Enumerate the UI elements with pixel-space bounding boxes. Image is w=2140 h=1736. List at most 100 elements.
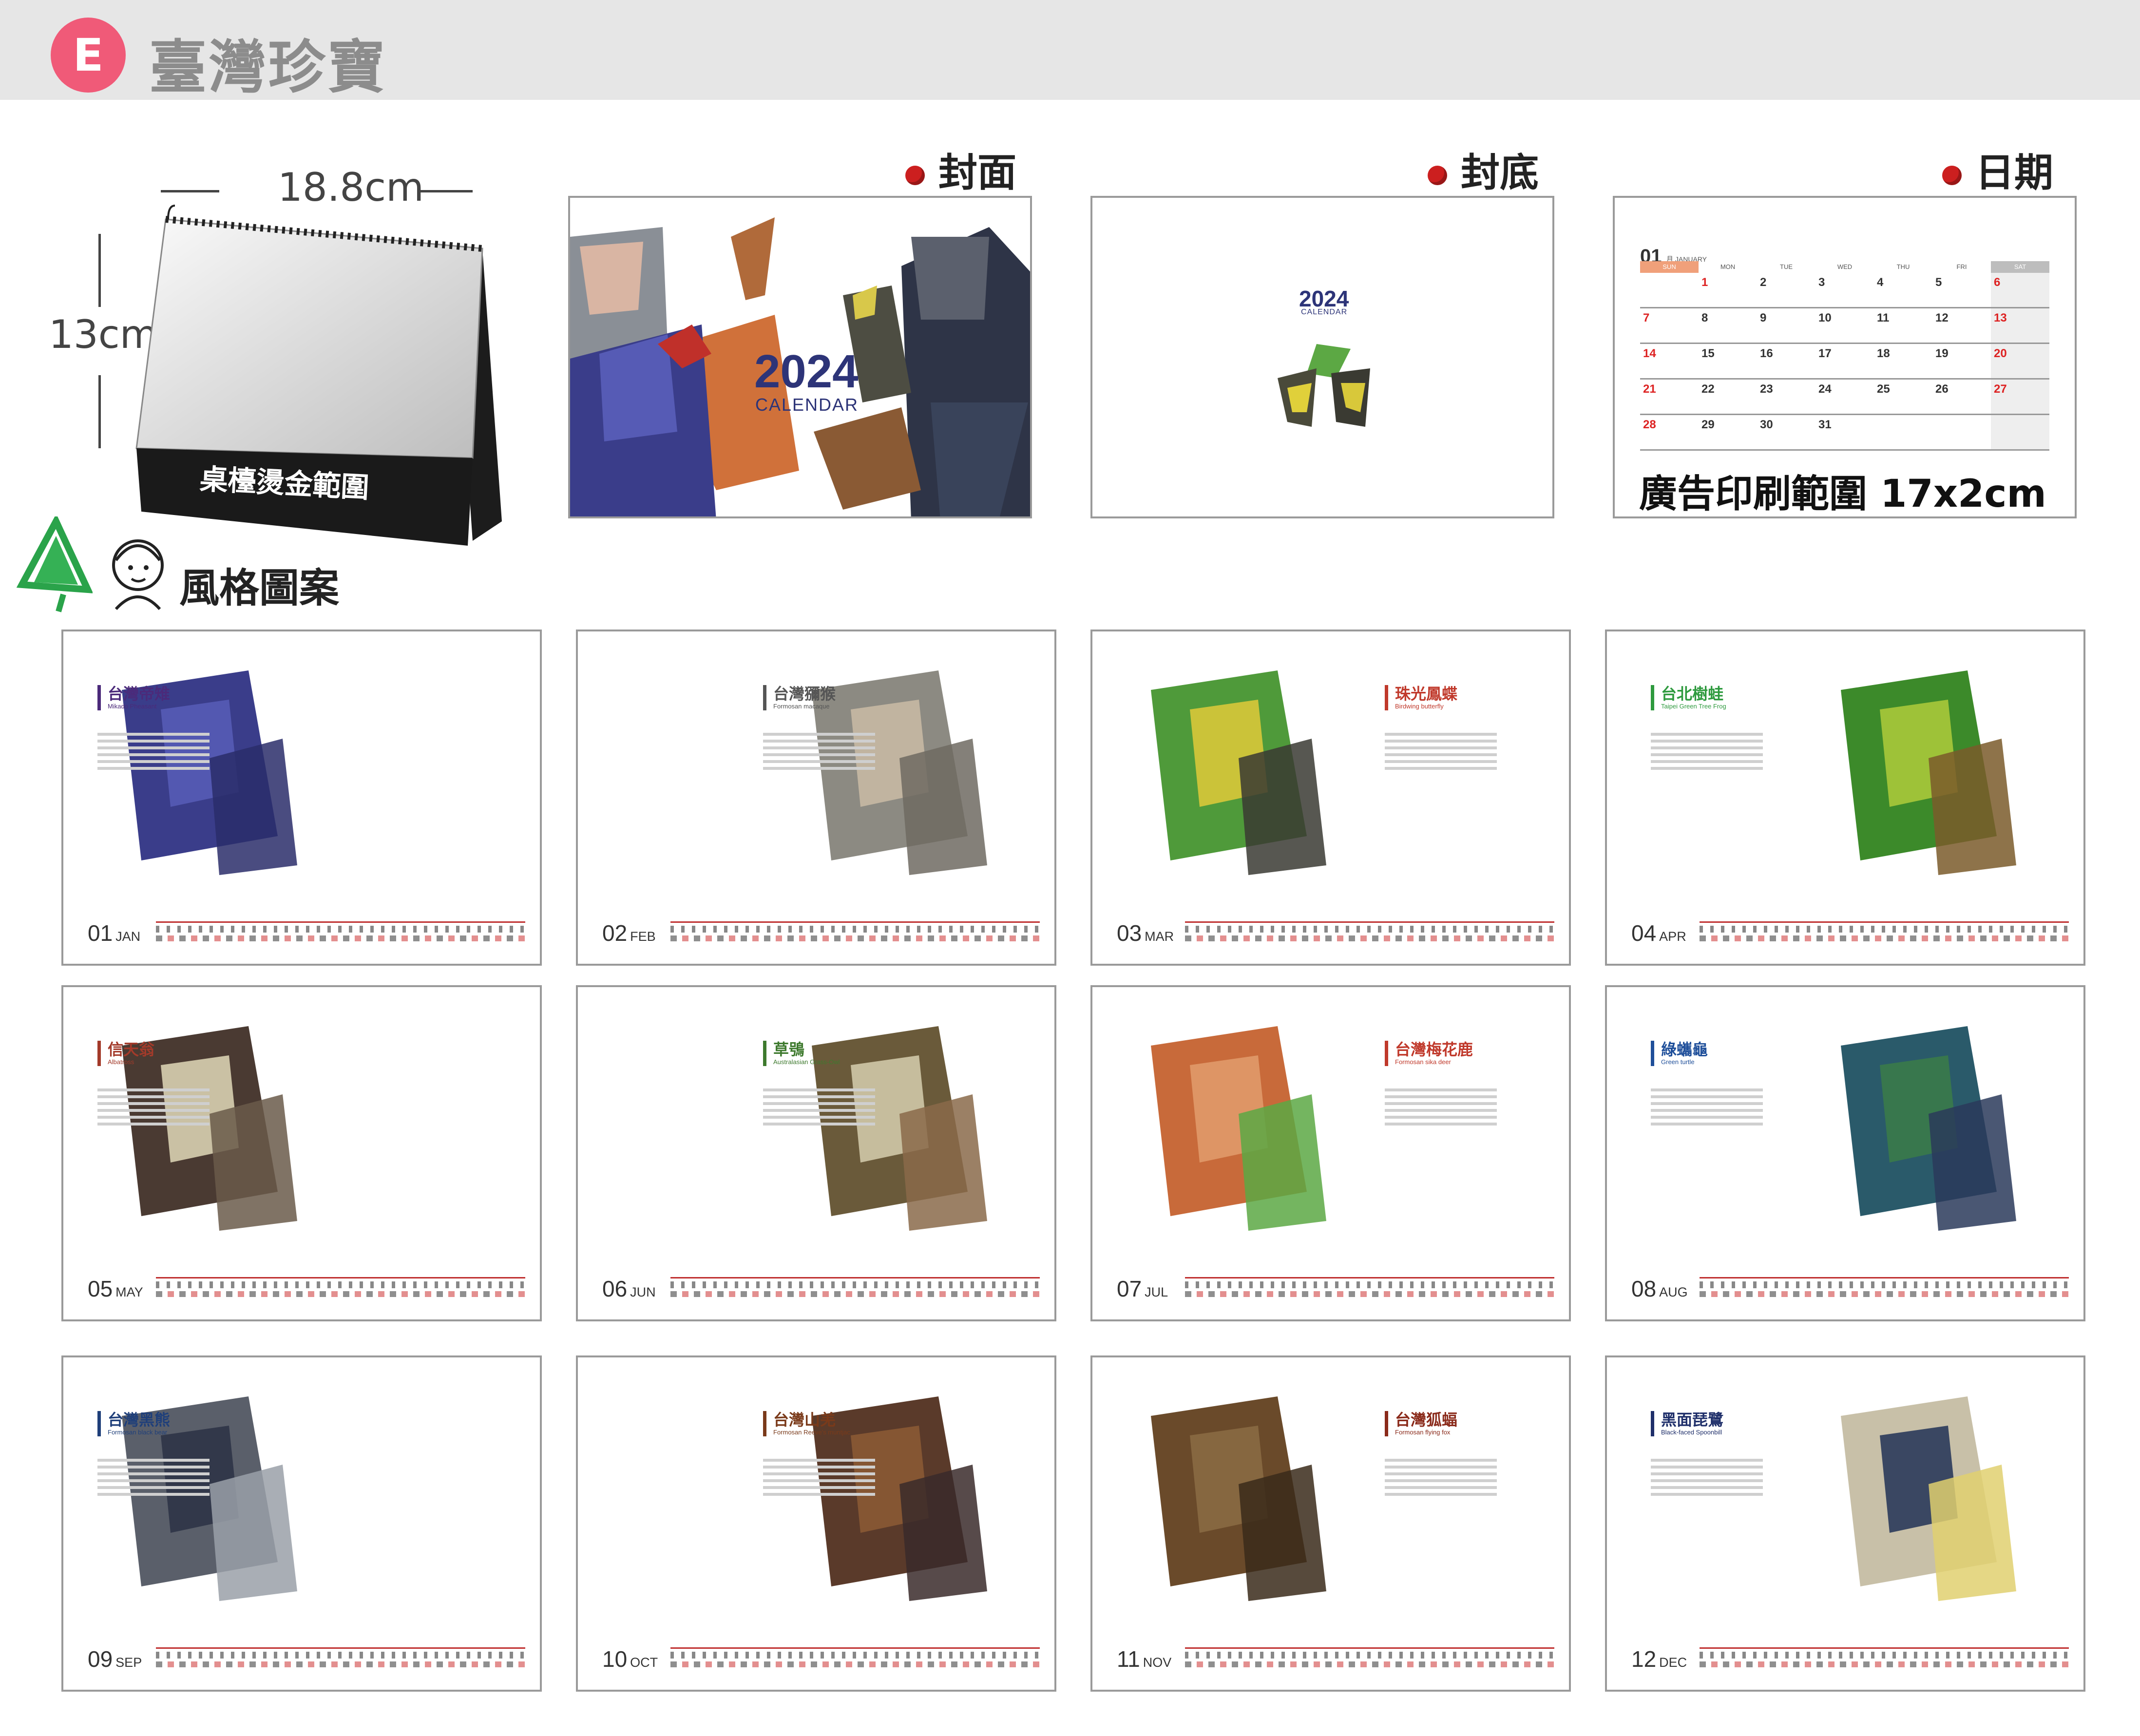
month-label: 08 AUG bbox=[1631, 1276, 1688, 1302]
species-name-cn: 台灣狐蝠 bbox=[1395, 1411, 1458, 1429]
species-name-en: Green turtle bbox=[1661, 1058, 1695, 1066]
day-cell: 20 bbox=[1991, 344, 2049, 378]
month-card-jul: 台灣梅花鹿 Formosan sika deer 07 JUL bbox=[1090, 985, 1571, 1321]
text-line bbox=[1651, 753, 1763, 756]
month-card-jan: 台灣帝雉 Mikado Pheasant 01 JAN bbox=[61, 630, 542, 966]
species-name-en: Formosan Reeve's muntjac bbox=[773, 1429, 850, 1436]
month-card-apr: 台北樹蛙 Taipei Green Tree Frog 04 APR bbox=[1605, 630, 2085, 966]
day-cell: 18 bbox=[1877, 347, 1890, 360]
back-label: 封底 bbox=[1428, 141, 1539, 198]
text-line bbox=[97, 1088, 210, 1091]
species-name-en: Black-faced Spoonbill bbox=[1661, 1429, 1722, 1436]
text-line bbox=[97, 1095, 210, 1098]
animal-artwork bbox=[1151, 670, 1326, 875]
day-strip bbox=[670, 1277, 1040, 1300]
species-description-lines bbox=[1651, 1455, 1763, 1500]
month-number: 12 bbox=[1631, 1646, 1657, 1672]
species-name-en: Taipei Green Tree Frog bbox=[1661, 703, 1726, 710]
month-number: 04 bbox=[1631, 920, 1657, 946]
month-abbr: FEB bbox=[630, 929, 656, 944]
month-number: 02 bbox=[602, 920, 628, 946]
width-label: 18.8cm bbox=[278, 165, 424, 210]
species-title: 台灣獼猴 Formosan macaque bbox=[763, 685, 836, 710]
animal-artwork bbox=[1841, 1396, 2016, 1601]
text-line bbox=[1385, 1095, 1497, 1098]
day-cell: 6 bbox=[1991, 273, 2049, 307]
day-strip bbox=[156, 1277, 525, 1300]
red-dot-icon bbox=[905, 166, 925, 186]
text-line bbox=[1651, 1479, 1763, 1482]
month-abbr: JAN bbox=[115, 929, 141, 944]
species-description-lines bbox=[763, 1455, 875, 1500]
month-number: 10 bbox=[602, 1646, 628, 1672]
species-description-lines bbox=[97, 729, 210, 774]
day-cell: 17 bbox=[1818, 347, 1832, 360]
text-line bbox=[1651, 733, 1763, 736]
text-line bbox=[1651, 1486, 1763, 1489]
species-title: 台灣帝雉 Mikado Pheasant bbox=[97, 685, 170, 710]
day-cell: 4 bbox=[1877, 276, 1884, 289]
month-number: 05 bbox=[88, 1276, 113, 1301]
height-dimension-line-bottom bbox=[98, 375, 101, 448]
text-line bbox=[763, 740, 875, 743]
green-triangle-icon bbox=[16, 516, 93, 612]
girl-doodle-icon bbox=[112, 539, 164, 610]
weekday-sun: SUN bbox=[1640, 261, 1699, 273]
text-line bbox=[763, 760, 875, 763]
butterfly-logo-artwork bbox=[1278, 344, 1370, 427]
animal-artwork bbox=[1841, 670, 2016, 875]
month-abbr: NOV bbox=[1143, 1655, 1172, 1670]
weekday-fri: FRI bbox=[1956, 263, 1967, 270]
day-cell: 8 bbox=[1701, 311, 1708, 324]
species-title: 台灣梅花鹿 Formosan sika deer bbox=[1385, 1041, 1473, 1066]
text-line bbox=[1651, 1088, 1763, 1091]
text-line bbox=[1651, 1102, 1763, 1105]
text-line bbox=[97, 760, 210, 763]
month-number: 03 bbox=[1117, 920, 1142, 946]
day-cell bbox=[1874, 415, 1932, 449]
weekday-sat: SAT bbox=[1991, 261, 2049, 273]
species-title: 草鴞 Australasian Grass-Owl bbox=[763, 1041, 840, 1066]
species-title: 綠蠵龜 Green turtle bbox=[1651, 1041, 1708, 1066]
month-label: 05 MAY bbox=[88, 1276, 143, 1302]
text-line bbox=[97, 746, 210, 749]
species-description-lines bbox=[1385, 729, 1497, 774]
day-cell bbox=[1991, 415, 2049, 449]
species-name-en: Albatross bbox=[108, 1058, 134, 1066]
species-name-cn: 台灣帝雉 bbox=[108, 685, 171, 703]
text-line bbox=[97, 740, 210, 743]
species-name-cn: 黑面琵鷺 bbox=[1661, 1411, 1724, 1429]
species-name-cn: 台灣梅花鹿 bbox=[1395, 1040, 1473, 1059]
day-cell: 12 bbox=[1935, 311, 1949, 324]
month-label: 03 MAR bbox=[1117, 920, 1174, 946]
month-card-nov: 台灣狐蝠 Formosan flying fox 11 NOV bbox=[1090, 1355, 1571, 1692]
day-cell: 26 bbox=[1935, 382, 1949, 396]
text-line bbox=[97, 1472, 210, 1475]
species-description-lines bbox=[1651, 1085, 1763, 1129]
text-line bbox=[763, 1123, 875, 1126]
text-line bbox=[1651, 746, 1763, 749]
text-line bbox=[1385, 740, 1497, 743]
month-label: 07 JUL bbox=[1117, 1276, 1168, 1302]
weekday-thu: THU bbox=[1896, 263, 1910, 270]
animal-artwork bbox=[122, 1396, 297, 1601]
day-cell: 21 bbox=[1643, 382, 1656, 396]
text-line bbox=[1385, 1493, 1497, 1496]
text-line bbox=[1385, 760, 1497, 763]
day-cell: 28 bbox=[1643, 418, 1656, 431]
species-name-en: Formosan flying fox bbox=[1395, 1429, 1451, 1436]
species-title: 台灣山羌 Formosan Reeve's muntjac bbox=[763, 1411, 850, 1436]
week-row: 28 29 30 31 bbox=[1640, 415, 2049, 451]
weekday-wed: WED bbox=[1837, 263, 1853, 270]
width-dimension-line-left bbox=[161, 190, 219, 192]
day-cell: 24 bbox=[1818, 382, 1832, 396]
month-card-may: 信天翁 Albatross 05 MAY bbox=[61, 985, 542, 1321]
date-label-text: 日期 bbox=[1975, 150, 2053, 195]
text-line bbox=[1651, 1459, 1763, 1462]
text-line bbox=[1385, 767, 1497, 770]
month-number: 08 bbox=[1631, 1276, 1657, 1301]
text-line bbox=[1651, 1116, 1763, 1119]
text-line bbox=[1651, 1472, 1763, 1475]
text-line bbox=[763, 1088, 875, 1091]
text-line bbox=[763, 1095, 875, 1098]
